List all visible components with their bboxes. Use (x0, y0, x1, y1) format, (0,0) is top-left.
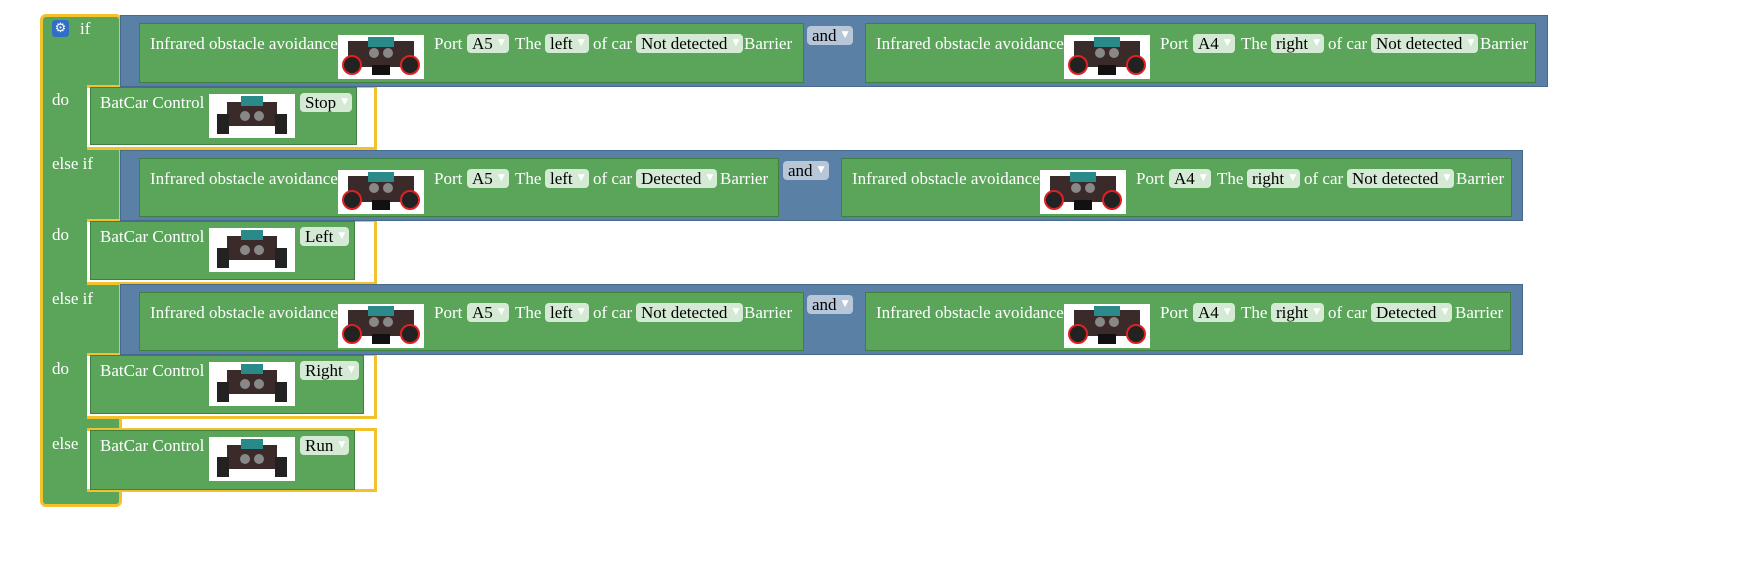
car-image (209, 437, 295, 481)
side-dropdown[interactable]: left (545, 34, 589, 53)
side-dropdown[interactable]: left (545, 303, 589, 322)
the-label: The (1217, 169, 1244, 188)
of-car-label: of car (1328, 303, 1368, 322)
keyword-else: else (52, 434, 79, 453)
of-car-label: of car (593, 169, 633, 188)
car-image (1064, 35, 1150, 79)
operator-dropdown[interactable]: and (807, 26, 853, 45)
state-dropdown[interactable]: Not detected (636, 303, 744, 322)
batcar-control-block-3[interactable]: BatCar Control Right (90, 355, 364, 414)
side-dropdown[interactable]: right (1271, 303, 1325, 322)
port-label: Port (434, 303, 463, 322)
port-dropdown[interactable]: A5 (467, 34, 509, 53)
car-image (1040, 170, 1126, 214)
sensor-title: Infrared obstacle avoidance (150, 34, 338, 53)
barrier-label: Barrier (1480, 34, 1529, 53)
sensor-block-1-right[interactable]: Infrared obstacle avoidance Port A4 The … (865, 23, 1536, 83)
sensor-block-2-right[interactable]: Infrared obstacle avoidance Port A4 The … (841, 158, 1512, 217)
sensor-block-3-right[interactable]: Infrared obstacle avoidance Port A4 The … (865, 292, 1511, 351)
port-dropdown[interactable]: A4 (1193, 303, 1235, 322)
batcar-title: BatCar Control (100, 227, 205, 246)
port-label: Port (1160, 303, 1189, 322)
keyword-else-if-2: else if (52, 289, 94, 308)
port-dropdown[interactable]: A4 (1169, 169, 1211, 188)
barrier-label: Barrier (744, 34, 793, 53)
command-dropdown[interactable]: Right (300, 361, 359, 380)
of-car-label: of car (1328, 34, 1368, 53)
port-dropdown[interactable]: A5 (467, 169, 509, 188)
port-label: Port (1160, 34, 1189, 53)
barrier-label: Barrier (744, 303, 793, 322)
and-block-2[interactable]: Infrared obstacle avoidance Port A5 The … (120, 150, 1523, 221)
sensor-title: Infrared obstacle avoidance (876, 303, 1064, 322)
the-label: The (1241, 34, 1268, 53)
port-dropdown[interactable]: A4 (1193, 34, 1235, 53)
and-block-1[interactable]: Infrared obstacle avoidance Port A5 The … (120, 15, 1548, 87)
the-label: The (515, 169, 542, 188)
sensor-title: Infrared obstacle avoidance (150, 303, 338, 322)
car-image (338, 304, 424, 348)
car-image (209, 228, 295, 272)
side-dropdown[interactable]: left (545, 169, 589, 188)
sensor-title: Infrared obstacle avoidance (150, 169, 338, 188)
command-dropdown[interactable]: Stop (300, 93, 353, 112)
and-block-3[interactable]: Infrared obstacle avoidance Port A5 The … (120, 284, 1523, 355)
operator-dropdown[interactable]: and (783, 161, 829, 180)
sensor-block-1-left[interactable]: Infrared obstacle avoidance Port A5 The … (139, 23, 804, 83)
port-dropdown[interactable]: A5 (467, 303, 509, 322)
port-label: Port (434, 34, 463, 53)
operator-dropdown[interactable]: and (807, 295, 853, 314)
of-car-label: of car (593, 303, 633, 322)
of-car-label: of car (593, 34, 633, 53)
state-dropdown[interactable]: Detected (1371, 303, 1453, 322)
side-dropdown[interactable]: right (1271, 34, 1325, 53)
car-image (209, 94, 295, 138)
barrier-label: Barrier (1455, 303, 1504, 322)
sensor-title: Infrared obstacle avoidance (852, 169, 1040, 188)
state-dropdown[interactable]: Not detected (1371, 34, 1479, 53)
car-image (338, 35, 424, 79)
car-image (209, 362, 295, 406)
batcar-title: BatCar Control (100, 361, 205, 380)
state-dropdown[interactable]: Detected (636, 169, 718, 188)
car-image (1064, 304, 1150, 348)
command-dropdown[interactable]: Left (300, 227, 350, 246)
sensor-block-2-left[interactable]: Infrared obstacle avoidance Port A5 The … (139, 158, 779, 217)
gear-icon[interactable]: ⚙ (52, 20, 69, 37)
port-label: Port (434, 169, 463, 188)
keyword-do-3: do (52, 359, 69, 378)
batcar-title: BatCar Control (100, 436, 205, 455)
car-image (338, 170, 424, 214)
state-dropdown[interactable]: Not detected (1347, 169, 1455, 188)
port-label: Port (1136, 169, 1165, 188)
keyword-do-1: do (52, 90, 69, 109)
side-dropdown[interactable]: right (1247, 169, 1301, 188)
command-dropdown[interactable]: Run (300, 436, 350, 455)
state-dropdown[interactable]: Not detected (636, 34, 744, 53)
the-label: The (515, 303, 542, 322)
the-label: The (1241, 303, 1268, 322)
keyword-else-if-1: else if (52, 154, 94, 173)
sensor-block-3-left[interactable]: Infrared obstacle avoidance Port A5 The … (139, 292, 804, 351)
barrier-label: Barrier (1456, 169, 1505, 188)
keyword-if: if (80, 19, 91, 38)
of-car-label: of car (1304, 169, 1344, 188)
batcar-title: BatCar Control (100, 93, 205, 112)
batcar-control-block-1[interactable]: BatCar Control Stop (90, 87, 357, 145)
batcar-control-block-4[interactable]: BatCar Control Run (90, 430, 355, 490)
the-label: The (515, 34, 542, 53)
keyword-do-2: do (52, 225, 69, 244)
sensor-title: Infrared obstacle avoidance (876, 34, 1064, 53)
batcar-control-block-2[interactable]: BatCar Control Left (90, 221, 355, 280)
barrier-label: Barrier (720, 169, 769, 188)
